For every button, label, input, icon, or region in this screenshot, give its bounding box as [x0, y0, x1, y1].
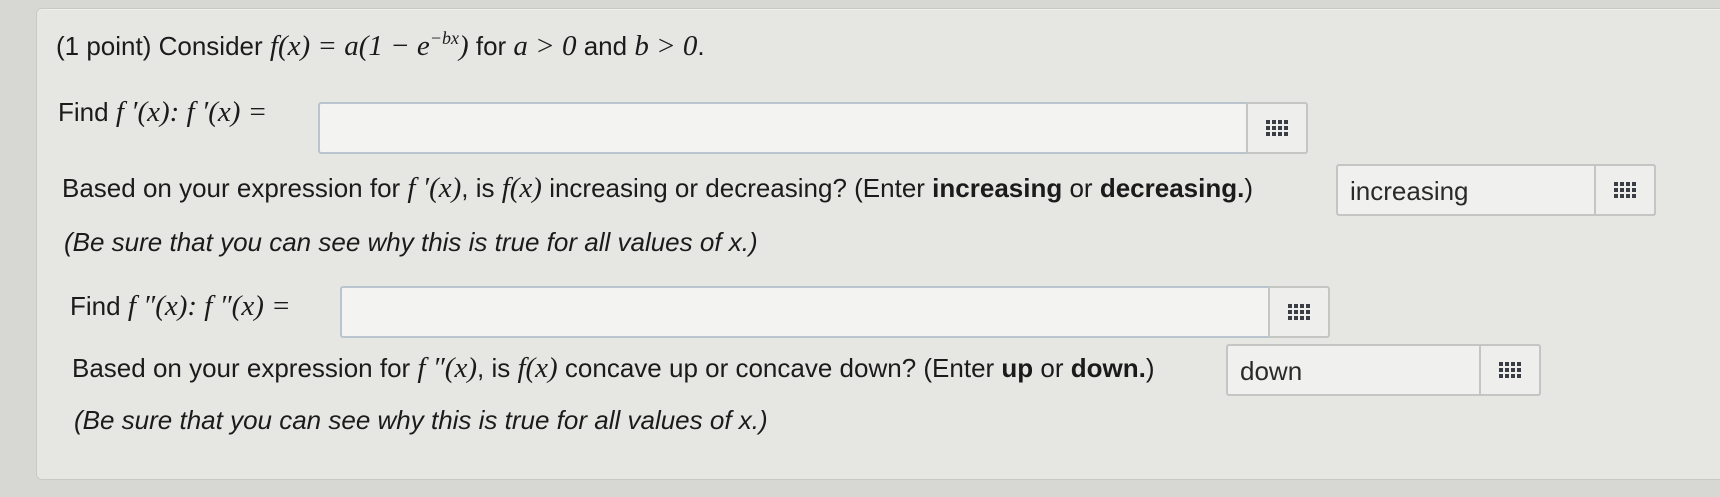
keyboard-icon[interactable]	[1268, 286, 1330, 338]
part1-question: Based on your expression for f ′(x), is …	[62, 172, 1253, 204]
part1-note: (Be sure that you can see why this is tr…	[64, 227, 758, 257]
fdoubleprime-answer-input[interactable]	[340, 286, 1330, 338]
condition-a: a > 0	[513, 30, 577, 62]
points-label: (1 point) Consider	[56, 31, 270, 61]
part1-math: f ′(x): f ′(x) =	[115, 96, 268, 128]
fprime-answer-input[interactable]	[318, 102, 1308, 154]
increasing-decreasing-input[interactable]: increasing	[1336, 164, 1656, 216]
problem-statement: (1 point) Consider f(x) = a(1 − e−bx) fo…	[56, 28, 705, 62]
keyboard-icon[interactable]	[1246, 102, 1308, 154]
function-definition: f(x) = a(1 − e−bx)	[269, 28, 469, 62]
part2-find-label: Find f ″(x): f ″(x) =	[70, 290, 291, 322]
part2-question: Based on your expression for f ″(x), is …	[72, 352, 1155, 384]
concavity-input[interactable]: down	[1226, 344, 1541, 396]
condition-b: b > 0	[634, 30, 698, 62]
keyboard-icon[interactable]	[1594, 164, 1656, 216]
part1-find-label: Find f ′(x): f ′(x) =	[58, 96, 268, 128]
keyboard-icon[interactable]	[1479, 344, 1541, 396]
part2-math: f ″(x): f ″(x) =	[127, 290, 291, 322]
part2-note: (Be sure that you can see why this is tr…	[74, 405, 768, 435]
